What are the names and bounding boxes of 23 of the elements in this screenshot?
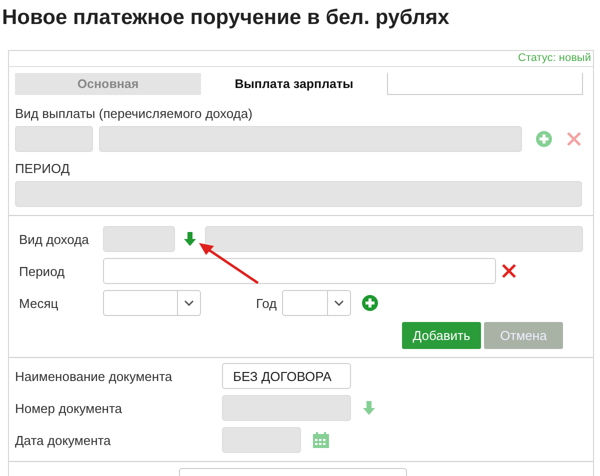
field-label: Год	[256, 296, 278, 310]
year-select[interactable]	[282, 290, 351, 316]
field-label: Период	[19, 264, 66, 278]
field-label: Месяц	[19, 296, 60, 310]
month-select[interactable]	[103, 290, 201, 316]
status-text: Статус: новый	[517, 51, 592, 65]
field-label: Вид дохода	[19, 232, 90, 246]
remove-icon[interactable]	[502, 264, 516, 278]
field-label: Наименование документа	[15, 368, 174, 384]
document-field[interactable]: БЕЗ ДОГОВОРА	[222, 363, 351, 389]
field-label: Номер документа	[15, 400, 124, 416]
chevron-icon	[334, 300, 344, 306]
field-label: ПЕРИОД	[15, 161, 71, 177]
add-button[interactable]: Добавить	[402, 322, 481, 349]
chevron-icon	[184, 300, 194, 306]
down-arrow-icon[interactable]	[184, 232, 196, 246]
period-field[interactable]	[103, 258, 496, 284]
field-label: Вид выплаты (перечисляемого дохода)	[15, 106, 254, 122]
field-label: Дата документа	[15, 432, 112, 448]
page-title: Новое платежное поручение в бел. рублях	[1, 5, 450, 31]
tab[interactable]: Основная	[15, 73, 201, 95]
cancel-button[interactable]: Отмена	[484, 322, 563, 349]
add-icon[interactable]	[362, 295, 378, 311]
